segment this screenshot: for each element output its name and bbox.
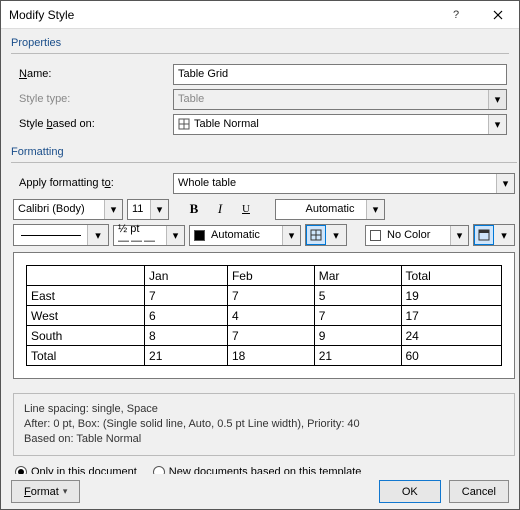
preview-table: JanFebMarTotalEast77519West64717South879…	[26, 265, 502, 366]
new-docs-radio[interactable]: New documents based on this template	[153, 466, 362, 474]
fill-color-combo[interactable]: No Color▾	[365, 225, 469, 246]
cancel-button[interactable]: Cancel	[449, 480, 509, 503]
table-header: Feb	[227, 266, 314, 286]
preview-area: JanFebMarTotalEast77519West64717South879…	[13, 252, 515, 379]
apply-to-label: Apply formatting to:	[13, 177, 173, 189]
chevron-down-icon[interactable]: ▾	[488, 115, 506, 134]
table-header: Jan	[145, 266, 228, 286]
table-row: East77519	[27, 286, 502, 306]
font-family-combo[interactable]: Calibri (Body)▾	[13, 199, 123, 220]
line-style-combo[interactable]: ▾	[13, 224, 109, 246]
name-label: Name:	[13, 68, 173, 80]
based-on-combo[interactable]: Table Normal▾	[173, 114, 507, 135]
ok-button[interactable]: OK	[379, 480, 441, 503]
font-color-combo[interactable]: Automatic▾	[275, 199, 385, 220]
apply-to-combo[interactable]: Whole table▾	[173, 173, 515, 194]
based-on-label: Style based on:	[13, 118, 173, 130]
border-toolbar: ▾ ½ pt ———▾ Automatic▾ ▾ No Color▾ ▾	[13, 224, 515, 246]
footer: Format▾ OK Cancel	[1, 474, 519, 509]
modify-style-dialog: Modify Style ? Properties Name: Style ty…	[0, 0, 520, 510]
help-button[interactable]: ?	[435, 1, 477, 29]
only-this-doc-radio[interactable]: Only in this document	[15, 466, 137, 474]
table-row: South87924	[27, 326, 502, 346]
table-header: Mar	[314, 266, 401, 286]
titlebar: Modify Style ?	[1, 1, 519, 29]
border-preset-split[interactable]: ▾	[305, 224, 347, 246]
chevron-down-icon[interactable]: ▾	[326, 225, 346, 245]
dialog-title: Modify Style	[9, 8, 435, 22]
chevron-down-icon[interactable]: ▾	[282, 226, 300, 245]
chevron-down-icon[interactable]: ▾	[496, 174, 514, 193]
chevron-down-icon[interactable]: ▾	[494, 225, 514, 245]
bold-button[interactable]: B	[183, 198, 205, 220]
chevron-down-icon[interactable]: ▾	[150, 200, 168, 219]
borders-icon[interactable]	[306, 225, 326, 245]
formatting-header: Formatting	[11, 146, 509, 158]
close-button[interactable]	[477, 1, 519, 29]
chevron-down-icon[interactable]: ▾	[366, 200, 384, 219]
chevron-down-icon[interactable]: ▾	[88, 225, 108, 245]
shading-icon[interactable]	[474, 225, 494, 245]
line-color-combo[interactable]: Automatic▾	[189, 225, 301, 246]
style-type-label: Style type:	[13, 93, 173, 105]
font-toolbar: Calibri (Body)▾ 11▾ B I U Automatic▾	[13, 198, 515, 220]
name-input[interactable]	[173, 64, 507, 85]
chevron-down-icon: ▾	[488, 90, 506, 109]
underline-button[interactable]: U	[235, 198, 257, 220]
shading-split[interactable]: ▾	[473, 224, 515, 246]
table-header	[27, 266, 145, 286]
properties-header: Properties	[11, 37, 509, 49]
chevron-down-icon[interactable]: ▾	[104, 200, 122, 219]
description-box: Line spacing: single, Space After: 0 pt,…	[13, 393, 515, 456]
table-row: West64717	[27, 306, 502, 326]
format-button[interactable]: Format▾	[11, 480, 80, 503]
font-size-combo[interactable]: 11▾	[127, 199, 169, 220]
italic-button[interactable]: I	[209, 198, 231, 220]
chevron-down-icon[interactable]: ▾	[450, 226, 468, 245]
table-icon	[178, 118, 190, 130]
table-header: Total	[401, 266, 502, 286]
chevron-down-icon[interactable]: ▾	[166, 226, 184, 245]
style-type-combo: Table▾	[173, 89, 507, 110]
line-weight-combo[interactable]: ½ pt ———▾	[113, 225, 185, 246]
table-row: Total21182160	[27, 346, 502, 366]
